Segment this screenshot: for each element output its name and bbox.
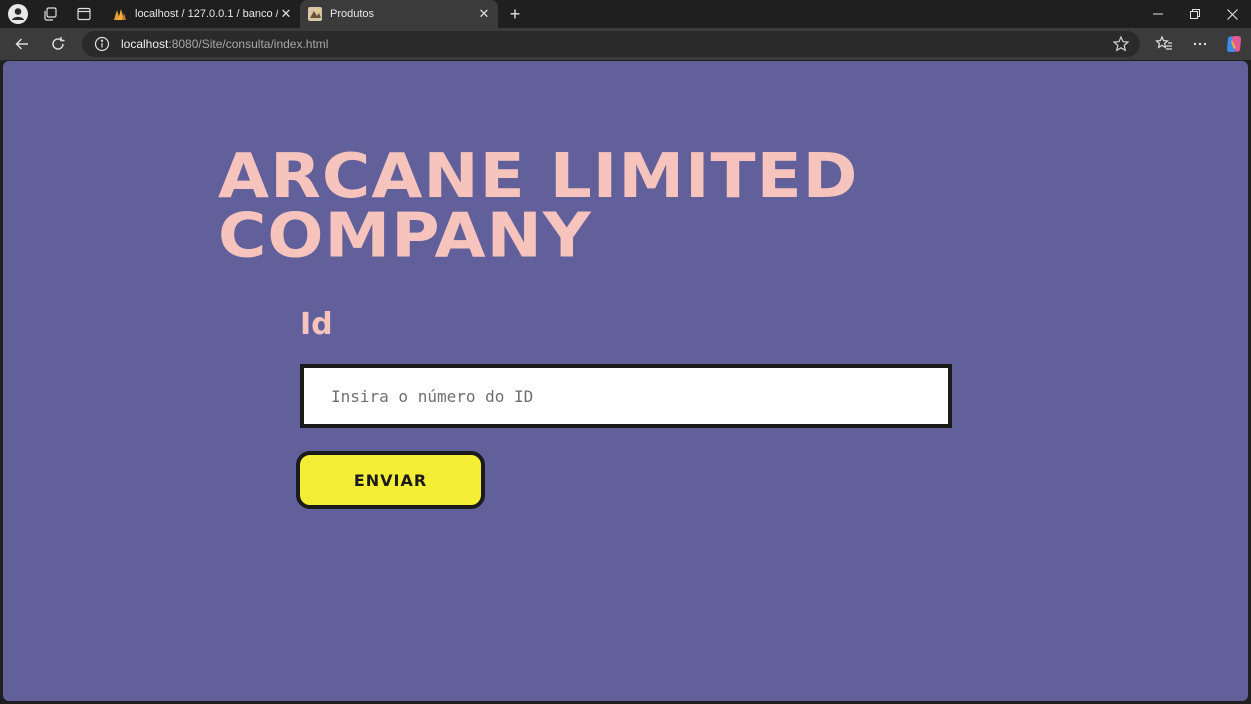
- tab-title: localhost / 127.0.0.1 / banco / pro: [135, 8, 278, 20]
- browser-window: localhost / 127.0.0.1 / banco / pro ✕ Pr…: [0, 0, 1251, 704]
- close-tab-icon[interactable]: ✕: [278, 6, 294, 22]
- site-favicon-icon: [308, 7, 322, 21]
- new-tab-icon[interactable]: +: [505, 4, 525, 24]
- id-input[interactable]: [300, 364, 952, 428]
- page-title: ARCANE LIMITED COMPANY: [218, 140, 859, 272]
- copilot-icon[interactable]: [1223, 33, 1245, 55]
- close-tab-icon[interactable]: ✕: [476, 6, 492, 22]
- tab-actions-icon[interactable]: [74, 4, 94, 24]
- site-info-icon[interactable]: [94, 36, 110, 52]
- tab-title: Produtos: [330, 8, 375, 20]
- more-options-icon[interactable]: [1189, 33, 1211, 55]
- url-host: localhost: [121, 37, 169, 51]
- favorite-star-icon[interactable]: [1112, 35, 1130, 53]
- back-icon[interactable]: [11, 33, 33, 55]
- phpmyadmin-icon: [114, 9, 126, 20]
- tab-produtos[interactable]: Produtos ✕: [300, 0, 498, 28]
- browser-toolbar: localhost:8080/Site/consulta/index.html: [0, 28, 1251, 60]
- favorites-icon[interactable]: [1153, 33, 1175, 55]
- close-window-icon[interactable]: [1213, 0, 1251, 28]
- minimize-icon[interactable]: [1139, 0, 1177, 28]
- submit-button[interactable]: ENVIAR: [296, 451, 485, 509]
- tab-strip: localhost / 127.0.0.1 / banco / pro ✕ Pr…: [0, 0, 1251, 28]
- url-text[interactable]: localhost:8080/Site/consulta/index.html: [121, 31, 328, 57]
- workspaces-icon[interactable]: [40, 4, 60, 24]
- profile-avatar-icon[interactable]: [8, 4, 28, 24]
- restore-icon[interactable]: [1176, 0, 1214, 28]
- address-bar[interactable]: localhost:8080/Site/consulta/index.html: [82, 31, 1140, 57]
- tab-phpmyadmin[interactable]: localhost / 127.0.0.1 / banco / pro ✕: [106, 0, 300, 28]
- reload-icon[interactable]: [47, 33, 69, 55]
- id-label: Id: [300, 307, 333, 342]
- page-viewport: ARCANE LIMITED COMPANY Id ENVIAR: [3, 61, 1248, 701]
- url-path: :8080/Site/consulta/index.html: [168, 37, 329, 51]
